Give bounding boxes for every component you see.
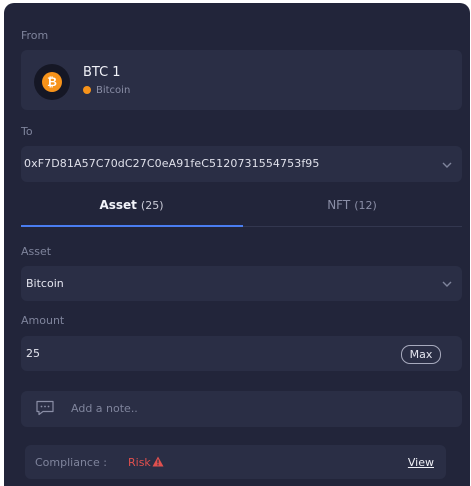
to-label: To [21,125,33,138]
amount-input[interactable]: 25 [26,347,40,360]
warning-icon [152,456,164,467]
asset-tabs: Asset (25) NFT (12) [21,198,462,228]
coin-avatar: ₿ [34,64,70,100]
view-link[interactable]: View [408,456,434,469]
tab-asset-label: Asset [99,198,137,212]
from-label: From [21,29,49,42]
max-button[interactable]: Max [401,345,441,364]
account-name: BTC 1 [83,65,121,80]
amount-field[interactable]: 25 Max [21,336,462,371]
asset-label: Asset [21,245,52,258]
amount-label: Amount [21,314,65,327]
compliance-row: Compliance : Risk View [25,445,446,479]
tab-divider [243,226,462,227]
to-address: 0xF7D81A57C70dC27C0eA91feC5120731554753f… [24,157,320,170]
compliance-label: Compliance : [35,456,107,469]
note-input[interactable]: Add a note.. [71,402,138,415]
note-field[interactable]: Add a note.. [21,391,462,427]
tab-nft-count: (12) [354,199,377,212]
bitcoin-icon: ₿ [42,72,62,92]
asset-select[interactable]: Bitcoin [21,266,462,301]
send-panel: From ₿ BTC 1 Bitcoin To 0xF7D81A57C70dC2… [4,3,470,486]
compliance-status: Risk [128,456,151,469]
tab-asset[interactable]: Asset (25) [21,198,242,228]
tab-asset-count: (25) [140,199,164,212]
network-label: Bitcoin [96,85,131,96]
account-network: Bitcoin [83,85,130,96]
active-tab-indicator [21,225,243,227]
to-address-select[interactable]: 0xF7D81A57C70dC27C0eA91feC5120731554753f… [21,146,462,182]
chevron-down-icon[interactable] [442,279,452,289]
tab-nft-label: NFT [327,198,351,212]
asset-selected-value: Bitcoin [26,277,64,290]
network-dot-icon [83,86,91,94]
tab-nft[interactable]: NFT (12) [242,198,462,228]
chat-bubble-icon [36,400,54,416]
chevron-down-icon[interactable] [442,160,452,170]
from-account-card[interactable]: ₿ BTC 1 Bitcoin [21,50,462,110]
